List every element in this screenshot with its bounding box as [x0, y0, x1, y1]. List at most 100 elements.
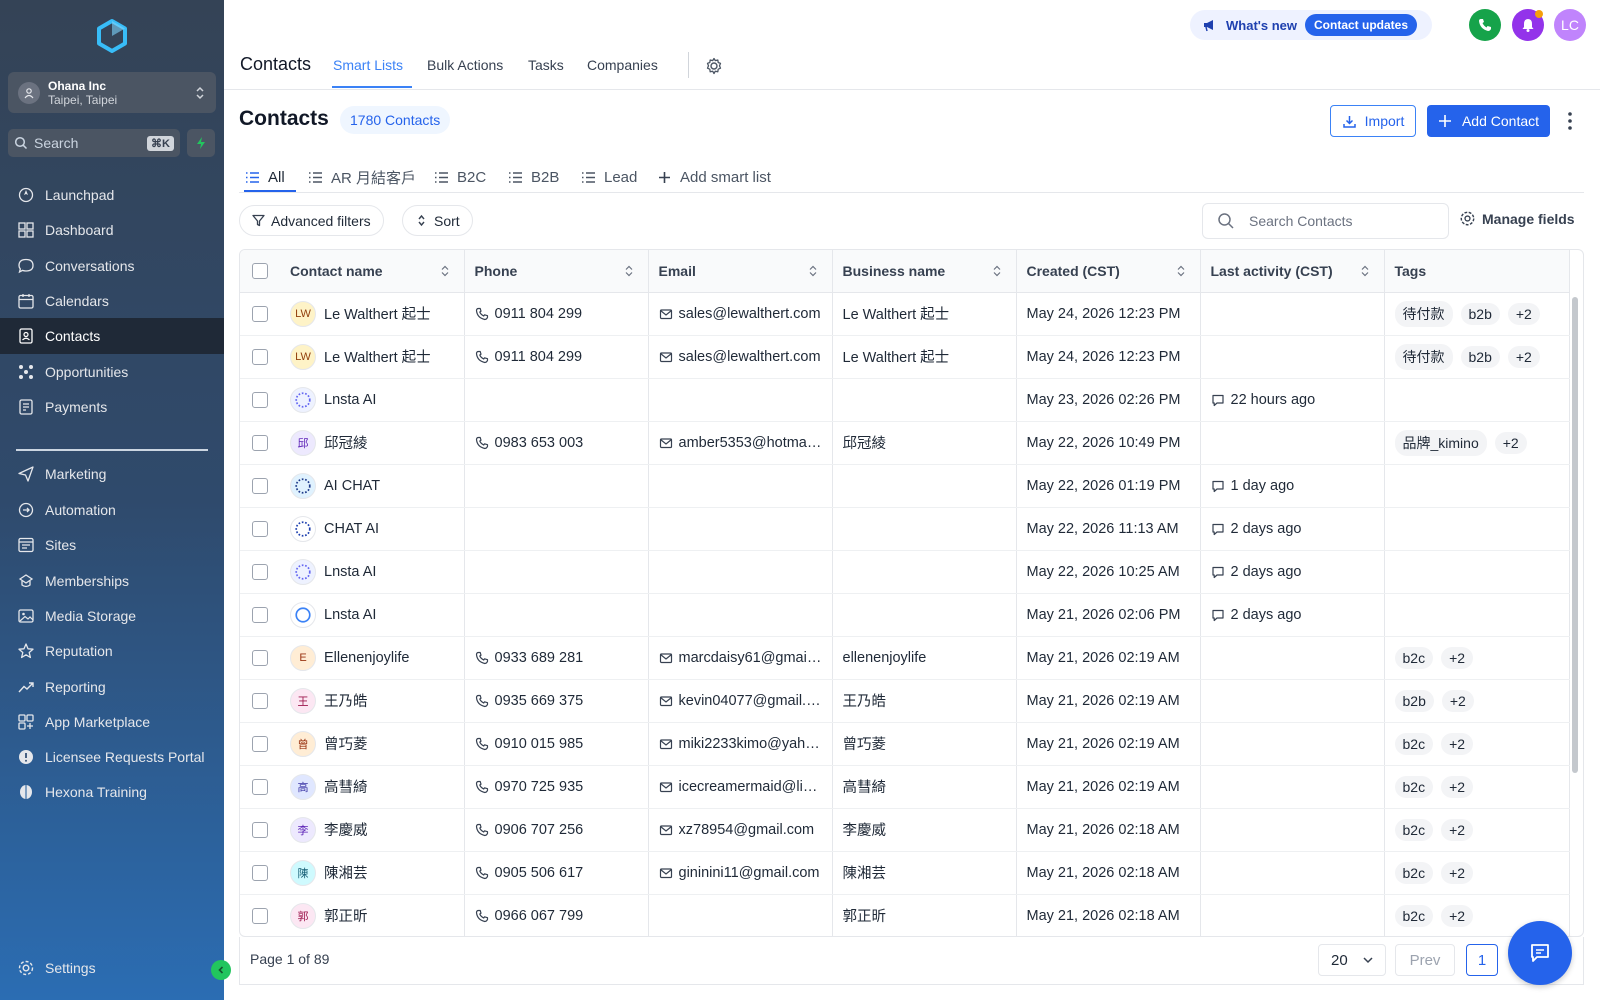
- table-row[interactable]: 郭郭正昕 0966 067 799 郭正昕 May 21, 2026 02:18 AM…: [240, 894, 1570, 936]
- sidebar-item-marketing[interactable]: Marketing: [0, 456, 224, 492]
- sort-toggle-icon[interactable]: [992, 265, 1002, 277]
- tag-chip[interactable]: +2: [1507, 345, 1540, 368]
- brand-logo-icon[interactable]: [94, 18, 130, 54]
- contact-name-cell[interactable]: Lnsta AI: [280, 378, 465, 422]
- tag-chip[interactable]: +2: [1441, 646, 1474, 669]
- row-checkbox[interactable]: [252, 692, 268, 709]
- sidebar-item-calendars[interactable]: Calendars: [0, 283, 224, 319]
- column-header-created[interactable]: Created (CST): [1016, 250, 1201, 293]
- quick-actions-button[interactable]: [187, 129, 215, 157]
- smart-list-tab-b2b[interactable]: B2B: [508, 164, 559, 190]
- sidebar-item-contacts[interactable]: Contacts: [0, 318, 224, 354]
- contact-name-cell[interactable]: LW Le Walthert 起士: [280, 292, 465, 336]
- row-checkbox[interactable]: [252, 606, 268, 623]
- email-address[interactable]: gininini11@gmail.com: [679, 865, 820, 881]
- table-row[interactable]: LW Le Walthert 起士 0911 804 299 sales@lewalt…: [240, 292, 1570, 336]
- table-scrollbar[interactable]: [1572, 297, 1578, 773]
- tag-chip[interactable]: +2: [1441, 689, 1474, 712]
- sort-toggle-icon[interactable]: [1176, 265, 1186, 277]
- sort-button[interactable]: Sort: [402, 205, 473, 236]
- column-header-email[interactable]: Email: [648, 250, 833, 293]
- contact-name-cell[interactable]: 邱 邱冠綾: [280, 421, 465, 465]
- phone-cell[interactable]: 0983 653 003: [464, 421, 649, 465]
- sidebar-item-memberships[interactable]: Memberships: [0, 563, 224, 599]
- contact-name[interactable]: 陳湘芸: [324, 862, 368, 883]
- phone-number[interactable]: 0905 506 617: [495, 865, 584, 881]
- email-address[interactable]: sales@lewalthert.com: [679, 349, 821, 365]
- phone-cell[interactable]: 0935 669 375: [464, 679, 649, 723]
- contact-name[interactable]: Ellenenjoylife: [324, 650, 409, 666]
- per-page-select[interactable]: 20: [1318, 944, 1386, 976]
- sidebar-item-payments[interactable]: Payments: [0, 389, 224, 425]
- contact-name-cell[interactable]: Lnsta AI: [280, 550, 465, 594]
- email-cell[interactable]: xz78954@gmail.com: [648, 808, 833, 852]
- email-address[interactable]: kevin04077@gmail.com: [679, 693, 822, 709]
- phone-number[interactable]: 0906 707 256: [495, 822, 584, 838]
- table-row[interactable]: LW Le Walthert 起士 0911 804 299 sales@lewalt…: [240, 335, 1570, 379]
- tab-companies[interactable]: Companies: [587, 57, 658, 73]
- phone-number[interactable]: 0933 689 281: [495, 650, 584, 666]
- tag-chip[interactable]: +2: [1494, 431, 1527, 454]
- phone-cell[interactable]: 0911 804 299: [464, 292, 649, 336]
- smart-list-tab-b2c[interactable]: B2C: [434, 164, 486, 190]
- email-cell[interactable]: kevin04077@gmail.com: [648, 679, 833, 723]
- tag-chip[interactable]: b2c: [1394, 646, 1434, 669]
- contact-name[interactable]: 李慶威: [324, 819, 368, 840]
- row-checkbox[interactable]: [252, 305, 268, 322]
- phone-number[interactable]: 0935 669 375: [495, 693, 584, 709]
- phone-number[interactable]: 0911 804 299: [495, 306, 583, 322]
- smart-list-tab-lead[interactable]: Lead: [581, 164, 637, 190]
- phone-cell[interactable]: 0910 015 985: [464, 722, 649, 766]
- phone-number[interactable]: 0966 067 799: [495, 908, 584, 924]
- phone-cell[interactable]: 0911 804 299: [464, 335, 649, 379]
- table-row[interactable]: AI CHAT May 22, 2026 01:19 PM 1 day ago: [240, 464, 1570, 508]
- phone-cell[interactable]: 0905 506 617: [464, 851, 649, 895]
- contact-name[interactable]: 邱冠綾: [324, 432, 368, 453]
- sidebar-item-reputation[interactable]: Reputation: [0, 633, 224, 669]
- select-all-checkbox[interactable]: [252, 262, 268, 279]
- column-header-contact-name[interactable]: Contact name: [280, 250, 465, 293]
- row-checkbox[interactable]: [252, 391, 268, 408]
- email-address[interactable]: marcdaisy61@gmail.com: [679, 650, 822, 666]
- email-cell[interactable]: gininini11@gmail.com: [648, 851, 833, 895]
- contact-name[interactable]: Le Walthert 起士: [324, 346, 431, 367]
- contact-name-cell[interactable]: 郭 郭正昕: [280, 894, 465, 936]
- table-row[interactable]: Lnsta AI May 22, 2026 10:25 AM 2 days ago: [240, 550, 1570, 594]
- email-address[interactable]: icecreamermaid@live.com: [679, 779, 822, 795]
- sidebar-search[interactable]: Search ⌘K: [8, 129, 180, 157]
- column-header-last-activity[interactable]: Last activity (CST): [1200, 250, 1385, 293]
- collapse-sidebar-button[interactable]: [211, 960, 231, 980]
- tag-chip[interactable]: +2: [1441, 775, 1474, 798]
- row-checkbox[interactable]: [252, 520, 268, 537]
- email-address[interactable]: miki2233kimo@yahoo.com.tw: [679, 736, 822, 752]
- chat-widget-button[interactable]: [1508, 921, 1572, 985]
- tag-chip[interactable]: +2: [1441, 861, 1474, 884]
- contact-name[interactable]: 王乃皓: [324, 690, 368, 711]
- phone-number[interactable]: 0970 725 935: [495, 779, 584, 795]
- phone-number[interactable]: 0983 653 003: [495, 435, 584, 451]
- contact-name-cell[interactable]: 王 王乃皓: [280, 679, 465, 723]
- contact-name-cell[interactable]: 高 高彗綺: [280, 765, 465, 809]
- tab-tasks[interactable]: Tasks: [528, 57, 564, 73]
- contact-name[interactable]: CHAT AI: [324, 521, 379, 537]
- tag-chip[interactable]: +2: [1441, 818, 1474, 841]
- sort-toggle-icon[interactable]: [440, 265, 450, 277]
- table-row[interactable]: 曾 曾巧菱 0910 015 985 miki2233kimo@yahoo.com.t…: [240, 722, 1570, 766]
- phone-cell[interactable]: 0933 689 281: [464, 636, 649, 680]
- tag-chip[interactable]: 待付款: [1394, 343, 1453, 370]
- tag-chip[interactable]: +2: [1507, 302, 1540, 325]
- email-address[interactable]: amber5353@hotmail.com: [679, 435, 822, 451]
- table-row[interactable]: E Ellenenjoylife 0933 689 281 marcdaisy61@g…: [240, 636, 1570, 680]
- search-contacts-field[interactable]: [1202, 203, 1449, 239]
- contact-name-cell[interactable]: AI CHAT: [280, 464, 465, 508]
- tag-chip[interactable]: 待付款: [1394, 300, 1453, 327]
- manage-fields-button[interactable]: Manage fields: [1459, 210, 1575, 227]
- sidebar-item-licensee-requests-portal[interactable]: Licensee Requests Portal: [0, 739, 224, 775]
- row-checkbox[interactable]: [252, 907, 268, 924]
- contact-name-cell[interactable]: 李 李慶威: [280, 808, 465, 852]
- contact-name[interactable]: Lnsta AI: [324, 607, 376, 623]
- column-header-phone[interactable]: Phone: [464, 250, 649, 293]
- user-avatar[interactable]: LC: [1554, 9, 1586, 41]
- contact-name[interactable]: 郭正昕: [324, 905, 368, 926]
- email-cell[interactable]: miki2233kimo@yahoo.com.tw: [648, 722, 833, 766]
